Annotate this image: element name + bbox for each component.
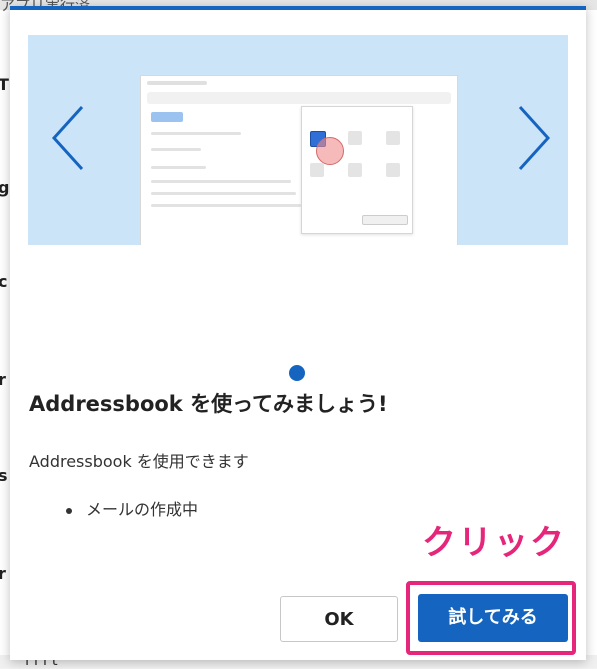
carousel-page-indicator[interactable] [289,365,305,381]
click-indicator [316,137,344,165]
bullet-item: メールの作成中 [66,496,198,520]
click-annotation: クリック [421,522,566,564]
bullet-icon [66,507,72,514]
dialog-description: Addressbook を使用できます [29,452,249,471]
background-item-fragment: r [0,370,6,389]
background-item-fragment: s [0,466,8,485]
onboarding-dialog: Addressbook を使ってみましょう! Addressbook を使用でき… [10,6,586,660]
ok-button[interactable]: OK [280,596,398,642]
preview-panel [301,106,413,234]
carousel-next-button[interactable] [498,35,568,245]
background-item-fragment: r [0,564,6,583]
background-item-fragment: c [0,272,8,291]
chevron-right-icon [518,105,551,171]
try-button[interactable]: 試してみる [418,594,568,642]
carousel [28,35,568,245]
carousel-prev-button[interactable] [28,35,98,245]
chevron-left-icon [51,105,84,171]
preview-illustration [140,75,458,245]
background-item-fragment: T [0,75,9,94]
bullet-text: メールの作成中 [86,500,199,519]
dialog-title: Addressbook を使ってみましょう! [29,392,388,416]
background-item-fragment: g [0,178,10,197]
